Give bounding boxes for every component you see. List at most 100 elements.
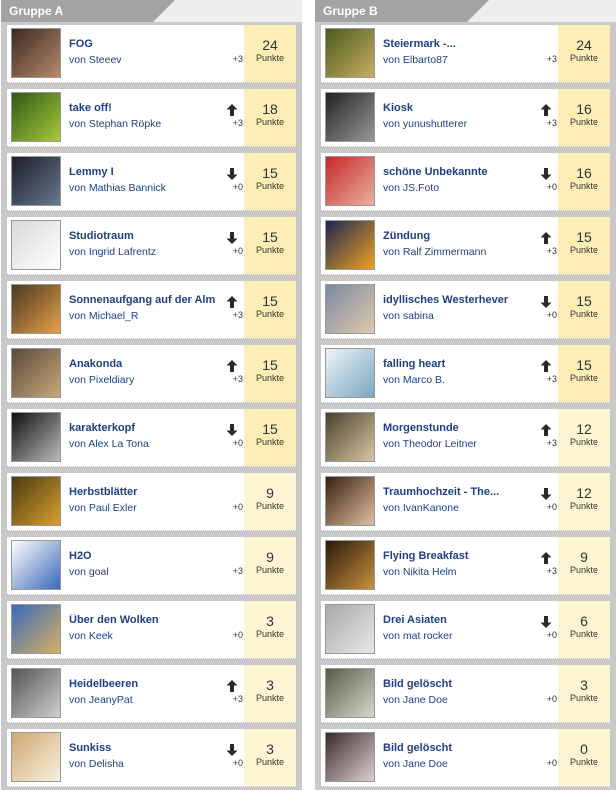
author-name-link[interactable]: Delisha — [89, 758, 124, 770]
author-name-link[interactable]: Stephan Röpke — [89, 118, 161, 130]
photo-thumbnail[interactable] — [11, 156, 61, 206]
photo-thumbnail[interactable] — [325, 540, 375, 590]
photo-thumbnail[interactable] — [11, 348, 61, 398]
score-box: 15 Punkte — [244, 409, 296, 466]
photo-title-link[interactable]: Flying Breakfast — [383, 550, 559, 562]
score-unit: Punkte — [255, 565, 285, 575]
score-unit: Punkte — [569, 181, 599, 191]
score-box: 6 Punkte — [558, 601, 610, 658]
author-name-link[interactable]: Theodor Leitner — [403, 438, 477, 450]
photo-author: von Stephan Röpke — [69, 118, 239, 130]
photo-thumbnail[interactable] — [325, 348, 375, 398]
author-name-link[interactable]: goal — [89, 566, 109, 578]
photo-thumbnail[interactable] — [325, 92, 375, 142]
author-name-link[interactable]: sabina — [403, 310, 434, 322]
score-box: 3 Punkte — [244, 665, 296, 722]
photo-title-link[interactable]: Kiosk — [383, 102, 559, 114]
photo-title-link[interactable]: Steiermark -... — [383, 38, 559, 50]
photo-title-link[interactable]: Heidelbeeren — [69, 678, 245, 690]
author-name-link[interactable]: Elbarto87 — [403, 54, 448, 66]
photo-title-link[interactable]: Lemmy I — [69, 166, 245, 178]
photo-title-link[interactable]: idyllisches Westerhever — [383, 294, 559, 306]
photo-thumbnail[interactable] — [325, 220, 375, 270]
photo-thumbnail-image — [326, 477, 374, 525]
photo-thumbnail[interactable] — [325, 476, 375, 526]
photo-author: von Pixeldiary — [69, 374, 239, 386]
author-name-link[interactable]: Ingrid Lafrentz — [89, 246, 156, 258]
photo-title-link[interactable]: Drei Asiaten — [383, 614, 559, 626]
author-name-link[interactable]: Pixeldiary — [89, 374, 135, 386]
author-name-link[interactable]: JeanyPat — [89, 694, 133, 706]
photo-thumbnail[interactable] — [325, 284, 375, 334]
author-name-link[interactable]: mat rocker — [403, 630, 453, 642]
photo-title-link[interactable]: falling heart — [383, 358, 559, 370]
author-name-link[interactable]: Alex La Tona — [88, 438, 149, 450]
photo-title-link[interactable]: Herbstblätter — [69, 486, 245, 498]
score-value: 15 — [262, 421, 278, 437]
author-name-link[interactable]: Keek — [89, 630, 113, 642]
photo-title-link[interactable]: H2O — [69, 550, 245, 562]
photo-thumbnail[interactable] — [325, 732, 375, 782]
author-prefix: von — [69, 246, 86, 258]
photo-thumbnail[interactable] — [11, 540, 61, 590]
photo-title-link[interactable]: schöne Unbekannte — [383, 166, 559, 178]
list-item: Traumhochzeit - The... von IvanKanone +0 12… — [321, 473, 610, 531]
photo-thumbnail[interactable] — [325, 28, 375, 78]
score-box: 15 Punkte — [244, 281, 296, 338]
author-prefix: von — [69, 118, 86, 130]
photo-title-link[interactable]: Traumhochzeit - The... — [383, 486, 559, 498]
author-name-link[interactable]: Jane Doe — [403, 694, 448, 706]
photo-thumbnail[interactable] — [11, 732, 61, 782]
score-unit: Punkte — [569, 565, 599, 575]
photo-thumbnail[interactable] — [11, 476, 61, 526]
photo-thumbnail[interactable] — [11, 92, 61, 142]
author-name-link[interactable]: yunushutterer — [403, 118, 467, 130]
photo-thumbnail[interactable] — [325, 412, 375, 462]
author-name-link[interactable]: Jane Doe — [403, 758, 448, 770]
author-prefix: von — [383, 246, 400, 258]
photo-author: von Paul Exler — [69, 502, 239, 514]
author-name-link[interactable]: JS.Foto — [403, 182, 439, 194]
photo-title-link[interactable]: FOG — [69, 38, 245, 50]
score-value: 3 — [266, 741, 274, 757]
photo-thumbnail[interactable] — [11, 28, 61, 78]
author-name-link[interactable]: Marco B. — [403, 374, 445, 386]
photo-title-link[interactable]: Bild gelöscht — [383, 678, 559, 690]
photo-thumbnail[interactable] — [11, 412, 61, 462]
author-name-link[interactable]: Ralf Zimmermann — [403, 246, 486, 258]
author-prefix: von — [383, 438, 400, 450]
list-item: H2O von goal +3 9 Punkte — [7, 537, 296, 595]
photo-title-link[interactable]: Über den Wolken — [69, 614, 245, 626]
score-box: 18 Punkte — [244, 89, 296, 146]
photo-title-link[interactable]: Zündung — [383, 230, 559, 242]
photo-title-link[interactable]: Morgenstunde — [383, 422, 559, 434]
photo-thumbnail[interactable] — [11, 604, 61, 654]
arrow-down-icon — [540, 488, 552, 500]
author-name-link[interactable]: Michael_R — [89, 310, 139, 322]
list-item: idyllisches Westerhever von sabina +0 15 Pun… — [321, 281, 610, 339]
author-name-link[interactable]: Nikita Helm — [403, 566, 457, 578]
author-name-link[interactable]: Steeev — [89, 54, 122, 66]
photo-title-link[interactable]: take off! — [69, 102, 245, 114]
score-unit: Punkte — [255, 693, 285, 703]
score-value: 15 — [262, 165, 278, 181]
photo-thumbnail[interactable] — [325, 604, 375, 654]
photo-thumbnail[interactable] — [11, 668, 61, 718]
author-name-link[interactable]: Mathias Bannick — [89, 182, 166, 194]
photo-title-link[interactable]: Studiotraum — [69, 230, 245, 242]
photo-author: von Ralf Zimmermann — [383, 246, 553, 258]
photo-thumbnail[interactable] — [11, 220, 61, 270]
photo-thumbnail[interactable] — [11, 284, 61, 334]
photo-title-link[interactable]: karakterkopf — [69, 422, 245, 434]
photo-thumbnail[interactable] — [325, 668, 375, 718]
photo-title-link[interactable]: Sunkiss — [69, 742, 245, 754]
list-item: Kiosk von yunushutterer +3 16 Punkte — [321, 89, 610, 147]
photo-title-link[interactable]: Sonnenaufgang auf der Alm — [69, 294, 245, 306]
photo-title-link[interactable]: Anakonda — [69, 358, 245, 370]
author-name-link[interactable]: Paul Exler — [89, 502, 137, 514]
points-delta: +3 — [546, 438, 557, 448]
photo-title-link[interactable]: Bild gelöscht — [383, 742, 559, 754]
photo-thumbnail[interactable] — [325, 156, 375, 206]
author-name-link[interactable]: IvanKanone — [403, 502, 459, 514]
list-item: Morgenstunde von Theodor Leitner +3 12 Punkt… — [321, 409, 610, 467]
